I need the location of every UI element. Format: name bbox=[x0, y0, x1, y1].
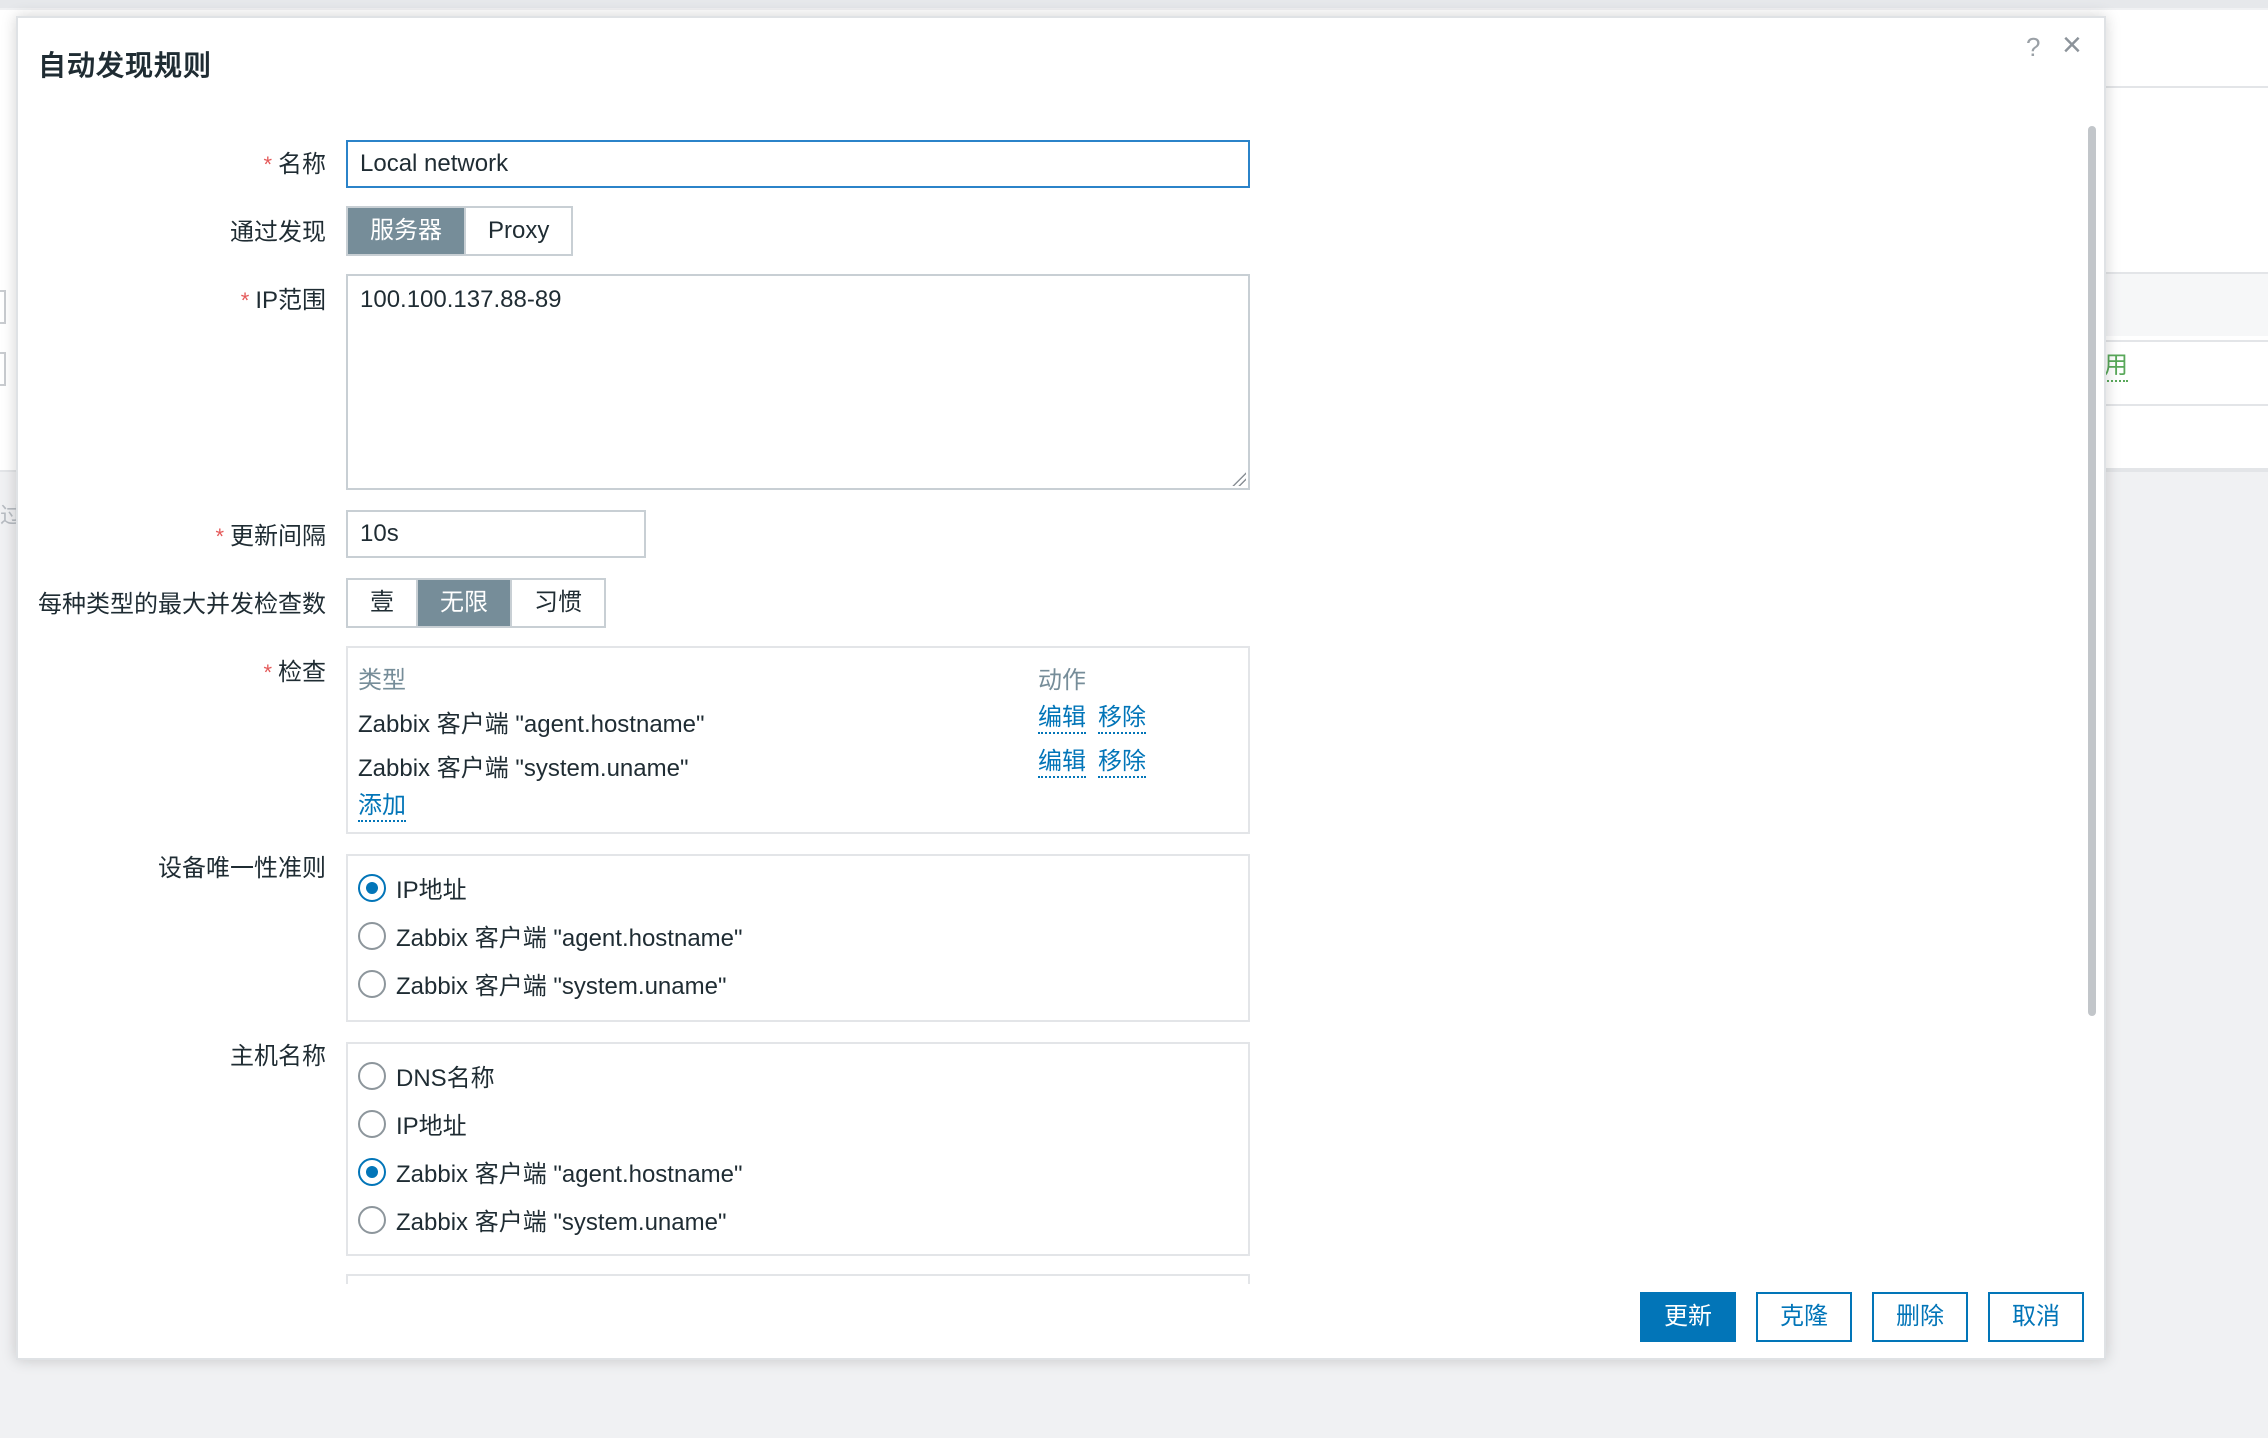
checks-action-header: 动作 bbox=[1038, 667, 1086, 694]
uniqueness-option[interactable]: IP地址 bbox=[358, 870, 467, 905]
name-label: * 名称 bbox=[263, 151, 326, 178]
update-interval-input[interactable] bbox=[346, 510, 646, 558]
ip-range-value: 100.100.137.88-89 bbox=[360, 286, 562, 313]
uniqueness-radio-group: IP地址 Zabbix 客户端 "agent.hostname" Zabbix … bbox=[346, 854, 1250, 1022]
max-concurrent-custom-option[interactable]: 习惯 bbox=[512, 580, 604, 626]
max-concurrent-unlimited-option[interactable]: 无限 bbox=[418, 580, 512, 626]
checks-type-header: 类型 bbox=[358, 667, 406, 694]
radio-unchecked-icon[interactable] bbox=[358, 1109, 386, 1138]
ip-range-label: * IP范围 bbox=[240, 287, 326, 314]
scrollbar-thumb[interactable] bbox=[2088, 126, 2096, 1016]
check-edit-link[interactable]: 编辑 bbox=[1038, 704, 1086, 734]
background-checkbox[interactable] bbox=[0, 352, 6, 386]
dialog-title: 自动发现规则 bbox=[38, 50, 213, 81]
radio-unchecked-icon[interactable] bbox=[358, 1061, 386, 1090]
host-name-radio-group: DNS名称 IP地址 Zabbix 客户端 "agent.hostname" Z… bbox=[346, 1042, 1250, 1256]
radio-checked-icon[interactable] bbox=[358, 873, 386, 902]
check-row-type: Zabbix 客户端 "system.uname" bbox=[358, 755, 689, 782]
form-scroll-area: *名称 通过发现 服务器 Proxy *IP范围 100.100.137.88-… bbox=[18, 88, 2078, 1284]
update-interval-label: * 更新间隔 bbox=[215, 523, 326, 550]
background-panel bbox=[2100, 86, 2268, 258]
background-checkbox[interactable] bbox=[0, 290, 6, 324]
close-icon[interactable]: × bbox=[2062, 28, 2082, 62]
background-table-header bbox=[2100, 272, 2268, 336]
max-concurrent-one-option[interactable]: 壹 bbox=[348, 580, 418, 626]
radio-unchecked-icon[interactable] bbox=[358, 1205, 386, 1234]
discovery-by-server-option[interactable]: 服务器 bbox=[348, 208, 466, 254]
check-remove-link[interactable]: 移除 bbox=[1098, 748, 1146, 778]
check-row-type: Zabbix 客户端 "agent.hostname" bbox=[358, 711, 705, 738]
host-name-option[interactable]: Zabbix 客户端 "system.uname" bbox=[358, 1202, 726, 1237]
cancel-button[interactable]: 取消 bbox=[1988, 1292, 2084, 1342]
host-name-option[interactable]: Zabbix 客户端 "agent.hostname" bbox=[358, 1154, 743, 1189]
help-icon[interactable]: ? bbox=[2026, 32, 2040, 63]
delete-button[interactable]: 删除 bbox=[1872, 1292, 1968, 1342]
checks-table: 类型 动作 Zabbix 客户端 "agent.hostname" 编辑 移除 … bbox=[346, 646, 1250, 834]
resize-handle-icon[interactable] bbox=[1232, 472, 1246, 486]
radio-unchecked-icon[interactable] bbox=[358, 969, 386, 998]
background-top-strip bbox=[0, 0, 2268, 8]
max-concurrent-toggle: 壹 无限 习惯 bbox=[346, 578, 606, 628]
checks-label: * 检查 bbox=[263, 659, 326, 686]
host-name-option[interactable]: DNS名称 bbox=[358, 1058, 495, 1093]
background-status-link[interactable]: 用 bbox=[2104, 352, 2128, 382]
discovery-by-label: 通过发现 bbox=[230, 219, 326, 246]
uniqueness-label: 设备唯一性准则 bbox=[158, 855, 326, 882]
radio-unchecked-icon[interactable] bbox=[358, 921, 386, 950]
discovery-by-proxy-option[interactable]: Proxy bbox=[466, 208, 572, 254]
uniqueness-option[interactable]: Zabbix 客户端 "agent.hostname" bbox=[358, 918, 743, 953]
host-name-option[interactable]: IP地址 bbox=[358, 1106, 467, 1141]
host-name-label: 主机名称 bbox=[230, 1043, 326, 1070]
clone-button[interactable]: 克隆 bbox=[1756, 1292, 1852, 1342]
discovery-rule-dialog: 自动发现规则 ? × *名称 通过发现 服务器 Proxy *IP范围 100.… bbox=[16, 16, 2106, 1360]
next-section-box bbox=[346, 1274, 1250, 1284]
name-input[interactable] bbox=[346, 140, 1250, 188]
update-button[interactable]: 更新 bbox=[1640, 1292, 1736, 1342]
check-edit-link[interactable]: 编辑 bbox=[1038, 748, 1086, 778]
check-remove-link[interactable]: 移除 bbox=[1098, 704, 1146, 734]
radio-checked-icon[interactable] bbox=[358, 1157, 386, 1186]
max-concurrent-label: 每种类型的最大并发检查数 bbox=[38, 591, 326, 618]
uniqueness-option[interactable]: Zabbix 客户端 "system.uname" bbox=[358, 966, 726, 1001]
ip-range-textarea[interactable]: 100.100.137.88-89 bbox=[346, 274, 1250, 490]
discovery-by-toggle: 服务器 Proxy bbox=[346, 206, 574, 256]
background-table-row bbox=[2100, 404, 2268, 470]
add-check-link[interactable]: 添加 bbox=[358, 792, 406, 822]
